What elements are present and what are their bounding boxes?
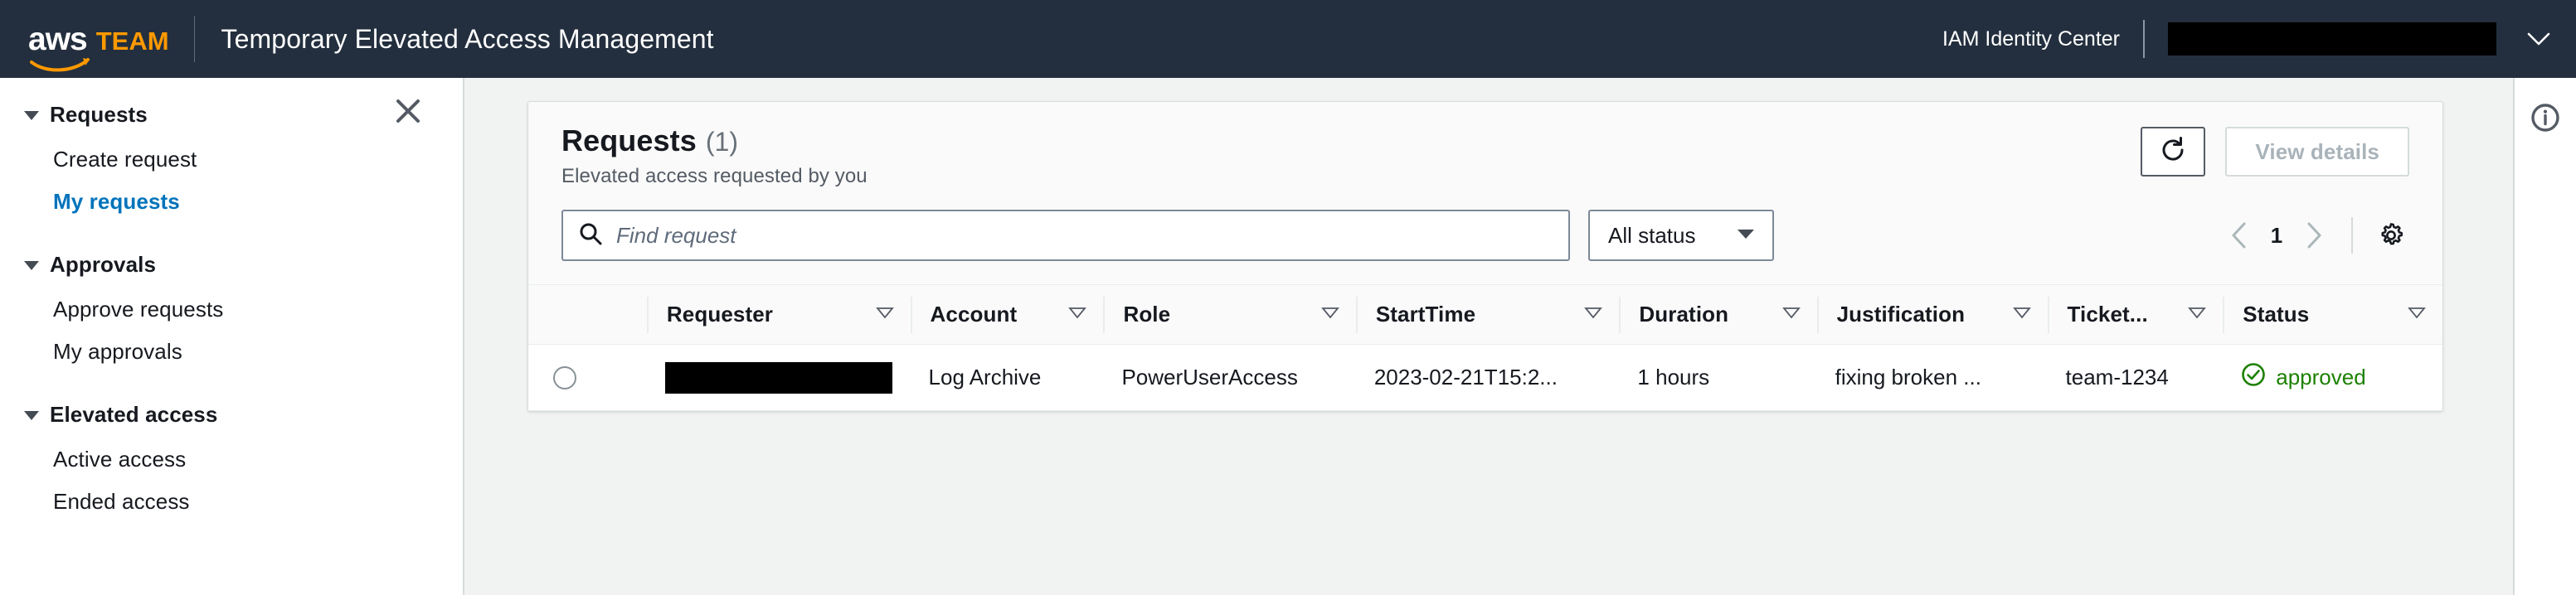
card-title-row: Requests (1): [561, 123, 2409, 158]
chevron-left-icon[interactable]: [2219, 215, 2260, 256]
identity-provider-label: IAM Identity Center: [1942, 27, 2120, 51]
sort-icon[interactable]: [875, 306, 894, 323]
column-header-account[interactable]: Account: [910, 284, 1104, 345]
card-actions: View details: [2141, 127, 2409, 177]
column-header-status[interactable]: Status: [2223, 284, 2442, 345]
main-content-area: Requests (1) Elevated access requested b…: [464, 78, 2513, 595]
sidebar-group-approvals[interactable]: Approvals: [0, 241, 463, 288]
column-label: Account: [930, 302, 1018, 327]
sidebar-group-label: Approvals: [50, 252, 157, 277]
app-title: Temporary Elevated Access Management: [221, 23, 714, 54]
sort-icon[interactable]: [2012, 306, 2031, 323]
aws-team-logo[interactable]: aws TEAM: [0, 21, 191, 71]
logo-aws-text: aws: [28, 21, 88, 57]
card-header: Requests (1) Elevated access requested b…: [528, 102, 2442, 284]
table-row[interactable]: Log Archive PowerUserAccess 2023-02-21T1…: [528, 344, 2442, 411]
sort-icon[interactable]: [1320, 306, 1339, 323]
caret-down-icon: [1736, 227, 1756, 244]
caret-down-icon: [22, 255, 41, 275]
status-label: approved: [2276, 365, 2366, 389]
sidebar-item-approve-requests[interactable]: Approve requests: [0, 288, 463, 331]
refresh-icon: [2159, 136, 2187, 168]
right-rail: [2513, 78, 2576, 595]
requests-count: (1): [705, 127, 738, 157]
requests-table: Requester Account Role StartTime Duratio…: [528, 284, 2442, 411]
chevron-down-icon[interactable]: [2526, 27, 2551, 51]
pagination: 1: [2219, 210, 2409, 261]
refresh-button[interactable]: [2141, 127, 2206, 177]
column-header-justification[interactable]: Justification: [1816, 284, 2048, 345]
column-header-requester[interactable]: Requester: [646, 284, 911, 345]
table-header-row: Requester Account Role StartTime Duratio…: [528, 284, 2442, 345]
column-label: Requester: [666, 302, 773, 327]
cell-role: PowerUserAccess: [1103, 344, 1356, 411]
column-header-starttime[interactable]: StartTime: [1355, 284, 1620, 345]
cell-ticket: team-1234: [2047, 344, 2224, 411]
status-badge: approved: [2241, 362, 2442, 393]
identity-divider: [2143, 20, 2145, 58]
sidebar-group-label: Elevated access: [50, 402, 218, 427]
sidebar-gap-2: [0, 373, 463, 391]
sort-icon[interactable]: [1781, 306, 1801, 323]
status-filter-value: All status: [1608, 222, 1696, 248]
column-label: Justification: [1836, 302, 1966, 327]
requests-card: Requests (1) Elevated access requested b…: [527, 101, 2443, 412]
chevron-right-icon[interactable]: [2293, 215, 2335, 256]
sidebar-item-my-requests[interactable]: My requests: [0, 181, 463, 223]
sidebar-group-elevated-access[interactable]: Elevated access: [0, 391, 463, 438]
column-label: Ticket...: [2067, 302, 2148, 327]
column-label: Role: [1123, 302, 1171, 327]
search-input[interactable]: [616, 222, 1553, 249]
view-details-button[interactable]: View details: [2225, 127, 2409, 177]
cell-starttime: 2023-02-21T15:2...: [1355, 344, 1620, 411]
search-icon: [578, 221, 603, 250]
gear-icon[interactable]: [2373, 217, 2409, 254]
sidebar-item-active-access[interactable]: Active access: [0, 438, 463, 481]
account-name-redacted: [2168, 22, 2496, 56]
sidebar-item-my-approvals[interactable]: My approvals: [0, 331, 463, 373]
check-circle-icon: [2241, 362, 2266, 393]
row-radio-button[interactable]: [553, 365, 576, 389]
sort-icon[interactable]: [1068, 306, 1087, 323]
sort-icon[interactable]: [1584, 306, 1603, 323]
status-filter-dropdown[interactable]: All status: [1588, 210, 1774, 261]
cell-duration: 1 hours: [1619, 344, 1817, 411]
requester-redacted: [664, 361, 892, 394]
column-header-role[interactable]: Role: [1103, 284, 1356, 345]
column-label: StartTime: [1375, 302, 1476, 327]
search-request-box[interactable]: [561, 210, 1570, 261]
cell-justification: fixing broken ...: [1816, 344, 2048, 411]
column-label: Duration: [1639, 302, 1729, 327]
logo-team-text: TEAM: [95, 26, 169, 56]
sort-icon[interactable]: [2408, 306, 2426, 323]
sort-icon[interactable]: [2188, 306, 2207, 323]
sidebar-group-label: Requests: [50, 102, 148, 127]
left-sidebar: Requests Create request My requests Appr…: [0, 78, 464, 595]
info-circle-icon[interactable]: [2527, 99, 2564, 136]
caret-down-icon: [22, 105, 41, 125]
sidebar-item-ended-access[interactable]: Ended access: [0, 481, 463, 523]
pagination-divider: [2351, 217, 2353, 254]
select-column-header: [528, 284, 647, 345]
column-label: Status: [2243, 302, 2310, 327]
sidebar-group-requests[interactable]: Requests: [0, 91, 463, 138]
row-select-cell[interactable]: [528, 344, 647, 411]
card-subtitle: Elevated access requested by you: [561, 165, 868, 187]
cell-status: approved: [2223, 344, 2442, 411]
filter-row: All status 1: [561, 210, 2409, 261]
column-header-duration[interactable]: Duration: [1619, 284, 1817, 345]
sidebar-gap-1: [0, 223, 463, 241]
aws-swoosh-icon: [30, 56, 91, 73]
caret-down-icon: [22, 405, 41, 425]
page-number[interactable]: 1: [2260, 223, 2293, 249]
sidebar-item-create-request[interactable]: Create request: [0, 138, 463, 181]
top-navigation-bar: aws TEAM Temporary Elevated Access Manag…: [0, 0, 2576, 78]
cell-account: Log Archive: [910, 344, 1104, 411]
brand-divider: [193, 16, 195, 62]
cell-requester: [646, 344, 911, 411]
column-header-ticket[interactable]: Ticket...: [2047, 284, 2224, 345]
page-body: Requests Create request My requests Appr…: [0, 78, 2576, 595]
page-title: Requests: [561, 123, 697, 157]
